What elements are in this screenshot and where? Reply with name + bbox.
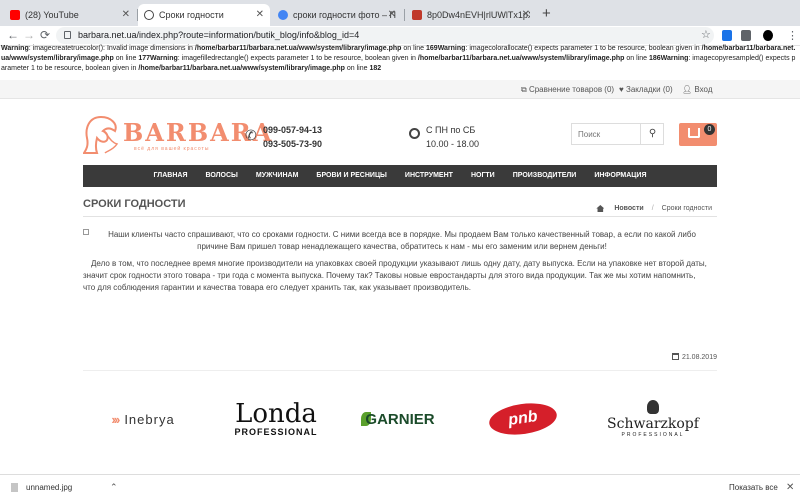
back-icon[interactable]: ← [7, 28, 19, 42]
tab-search[interactable]: сроки годности фото – Поиск в ✕ [272, 4, 402, 26]
cart-count: 0 [704, 124, 715, 135]
search-button[interactable]: ⚲ [640, 124, 664, 144]
home-icon[interactable] [596, 205, 605, 212]
divider [83, 216, 717, 217]
logo-woman-icon[interactable] [83, 114, 121, 154]
browser-toolbar: ← → ⟳ barbara.net.ua/index.php?route=inf… [0, 26, 800, 46]
brand-schwarzkopf-label: Schwarzkopf [607, 416, 699, 432]
brand-pnb-label: pnb [487, 399, 559, 439]
cart-icon [688, 128, 700, 138]
download-item[interactable]: unnamed.jpg [11, 483, 72, 492]
download-filename: unnamed.jpg [26, 483, 73, 492]
login-link[interactable]: 👤︎ Вход [682, 85, 713, 94]
chevrons-icon: ››› [111, 411, 120, 427]
bookmark-star-icon[interactable]: ☆ [701, 28, 711, 41]
file-icon [11, 483, 18, 492]
tab-youtube[interactable]: (28) YouTube ✕ [4, 4, 136, 26]
breadcrumb-news[interactable]: Новости [614, 205, 643, 212]
tab-title: 8p0Dw4nEVH|rlUWlTx1pXht8vlk [427, 10, 530, 20]
compare-link[interactable]: ⧉ Сравнение товаров (0) [521, 85, 614, 95]
image-icon [412, 10, 422, 20]
hours-time: 10.00 - 18.00 [426, 139, 480, 149]
compare-label: Сравнение товаров (0) [528, 85, 615, 94]
logo-tagline: всё для вашей красоты [134, 146, 210, 152]
globe-icon [144, 10, 154, 20]
working-hours: С ПН по СБ 10.00 - 18.00 [426, 123, 479, 151]
chevron-up-icon[interactable]: ⌃ [110, 482, 118, 493]
php-warnings: Warning: imagecreatetruecolor(): Invalid… [1, 45, 796, 72]
phone-2[interactable]: 093-505-73-90 [263, 137, 322, 151]
nav-item-tools[interactable]: Инструмент [396, 165, 462, 187]
brand-schwarzkopf-sub: PROFESSIONAL [621, 432, 685, 438]
nav-item-home[interactable]: Главная [145, 165, 197, 187]
breadcrumb-separator: / [651, 205, 654, 212]
nav-item-men[interactable]: Мужчинам [247, 165, 308, 187]
forward-icon[interactable]: → [23, 28, 35, 42]
wishlist-link[interactable]: ♥ Закладки (0) [619, 85, 673, 94]
main-nav: Главная Волосы Мужчинам Брови и ресницы … [83, 165, 717, 187]
login-label: Вход [694, 85, 713, 94]
search-box: ⚲ [571, 123, 664, 145]
brand-inebrya-label: Inebrya [124, 411, 175, 427]
nav-item-nails[interactable]: Ногти [462, 165, 504, 187]
tab-active[interactable]: Сроки годности ✕ [138, 4, 270, 26]
close-icon[interactable]: ✕ [786, 482, 794, 493]
brands-carousel: ››› Inebrya Londa PROFESSIONAL GARNIER pn… [83, 370, 717, 466]
brand-pnb[interactable]: pnb [483, 371, 563, 467]
brand-garnier-label: GARNIER [365, 410, 435, 428]
reload-icon[interactable]: ⟳ [40, 28, 50, 42]
tab-image[interactable]: 8p0Dw4nEVH|rlUWlTx1pXht8vlk ✕ [406, 4, 536, 26]
brand-londa-sub: PROFESSIONAL [234, 427, 318, 437]
brand-inebrya[interactable]: ››› Inebrya [103, 371, 183, 467]
lock-icon[interactable] [64, 31, 71, 39]
close-icon[interactable]: ✕ [256, 9, 264, 20]
post-date-text: 21.08.2019 [681, 354, 717, 361]
article-paragraph-1: Наши клиенты часто спрашивают, что со ср… [108, 230, 696, 251]
address-bar[interactable]: barbara.net.ua/index.php?route=informati… [56, 27, 714, 44]
tab-title: Сроки годности [159, 10, 224, 20]
search-icon: ⚲ [648, 128, 657, 139]
top-links-bar: ⧉ Сравнение товаров (0) ♥ Закладки (0) 👤… [0, 80, 800, 99]
phone-numbers: 099-057-94-13 093-505-73-90 [263, 123, 322, 151]
tab-title: сроки годности фото – Поиск в [293, 10, 396, 20]
close-icon[interactable]: ✕ [522, 9, 530, 20]
download-bar: unnamed.jpg ⌃ Показать все ✕ [0, 474, 800, 500]
article-paragraph-2: Дело в том, что последнее время многие п… [83, 259, 707, 292]
close-icon[interactable]: ✕ [122, 9, 130, 20]
nav-item-brows[interactable]: Брови и ресницы [307, 165, 396, 187]
tab-divider [404, 9, 405, 21]
close-icon[interactable]: ✕ [388, 9, 396, 20]
hours-days: С ПН по СБ [426, 125, 476, 135]
tab-strip: (28) YouTube ✕ Сроки годности ✕ сроки го… [0, 0, 800, 26]
clock-icon [409, 128, 420, 139]
brand-garnier[interactable]: GARNIER [353, 371, 443, 467]
brand-londa[interactable]: Londa PROFESSIONAL [231, 371, 321, 467]
nav-item-info[interactable]: Информация [585, 165, 655, 187]
profile-avatar[interactable] [763, 30, 773, 41]
breadcrumb: Новости / Сроки годности [596, 205, 712, 212]
silhouette-icon [647, 400, 659, 414]
youtube-icon [10, 10, 20, 20]
phone-icon: ✆ [245, 127, 257, 143]
phone-1[interactable]: 099-057-94-13 [263, 123, 322, 137]
search-input[interactable] [572, 124, 642, 144]
new-tab-button[interactable]: + [542, 5, 551, 22]
page-title: Сроки годности [83, 198, 186, 210]
breadcrumb-current[interactable]: Сроки годности [662, 205, 712, 212]
broken-image-icon [83, 229, 89, 235]
post-date: 21.08.2019 [671, 353, 717, 361]
nav-item-brands[interactable]: Производители [504, 165, 586, 187]
cart-button[interactable]: 0 [679, 123, 717, 146]
google-icon [278, 10, 288, 20]
extension-icon[interactable] [741, 30, 751, 41]
wishlist-label: Закладки (0) [625, 85, 673, 94]
show-all-button[interactable]: Показать все [729, 483, 778, 492]
tab-title: (28) YouTube [25, 10, 79, 20]
calendar-icon [671, 353, 679, 360]
nav-item-hair[interactable]: Волосы [196, 165, 246, 187]
brand-schwarzkopf[interactable]: Schwarzkopf PROFESSIONAL [607, 371, 699, 467]
menu-icon[interactable]: ⋮ [787, 29, 798, 42]
brand-londa-label: Londa [235, 399, 317, 429]
extension-icon[interactable] [722, 30, 732, 41]
